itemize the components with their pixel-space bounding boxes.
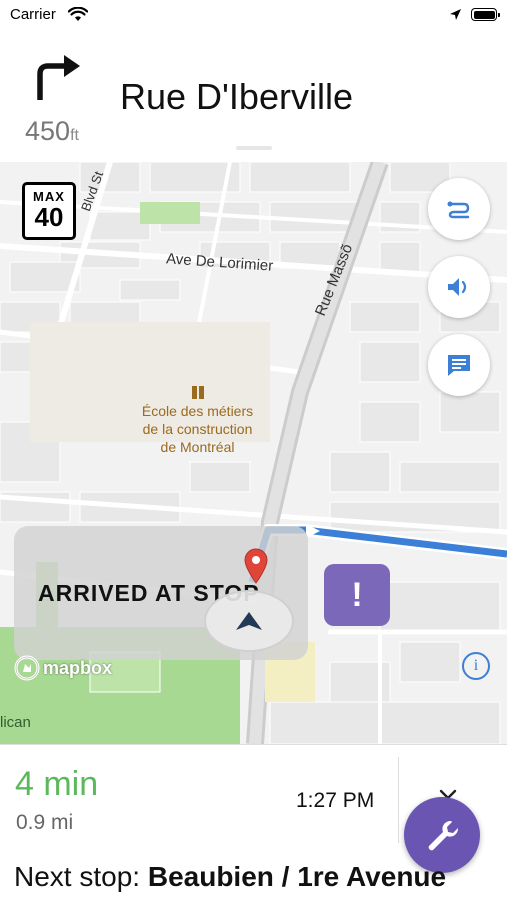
speed-limit-value: 40 — [34, 202, 64, 232]
volume-icon — [448, 278, 467, 296]
turn-right-icon — [37, 55, 80, 100]
route-overview-icon — [447, 201, 470, 219]
street-name: Rue D'Iberville — [120, 76, 353, 117]
panel-divider — [398, 757, 399, 843]
poi-line-1: École des métiers — [141, 403, 254, 419]
attribution-info-button[interactable]: i — [462, 652, 490, 680]
distance-unit: ft — [70, 127, 79, 144]
mapbox-mark-icon — [14, 655, 40, 681]
alert-icon: ! — [351, 575, 363, 614]
next-stop-name: Beaubien / 1re Avenue — [147, 861, 447, 892]
trip-summary-panel: 4 min 0.9 mi 1:27 PM Next stop: Beaubien… — [0, 744, 507, 901]
poi-line-2: de la construction — [142, 421, 253, 437]
destination-pin-icon — [244, 548, 268, 584]
recenter-button[interactable] — [204, 590, 294, 652]
user-puck-icon — [236, 612, 262, 630]
next-stop-label: Next stop: Beaubien / 1re Avenue — [14, 861, 446, 893]
arrival-time: 1:27 PM — [296, 789, 375, 812]
speed-limit-sign: MAX 40 — [22, 182, 76, 240]
mapbox-logo[interactable]: mapbox — [14, 655, 112, 681]
feedback-button[interactable] — [428, 334, 490, 396]
map-view[interactable]: MAX 40 Ave De Lorimier Rue Massõ Blvd St… — [0, 162, 507, 744]
poi-school[interactable]: École des métiers de la construction de … — [130, 384, 265, 456]
distance-value: 450 — [25, 116, 71, 146]
poi-line-3: de Montréal — [160, 439, 235, 455]
banner-grabber[interactable] — [236, 146, 272, 150]
school-icon — [191, 386, 204, 399]
eta-distance: 0.9 mi — [16, 811, 74, 834]
maneuver-distance: 450ft — [25, 116, 79, 147]
chat-icon — [448, 355, 470, 376]
next-stop-prefix: Next stop: — [14, 861, 148, 892]
mapbox-wordmark: mapbox — [43, 657, 113, 678]
maneuver-banner[interactable]: Rue D'Iberville 450ft — [0, 32, 507, 162]
report-issue-button[interactable]: ! — [324, 564, 390, 626]
status-bar: Carrier — [0, 0, 507, 32]
route-overview-button[interactable] — [428, 178, 490, 240]
volume-button[interactable] — [428, 256, 490, 318]
wifi-icon — [68, 7, 88, 21]
eta-minutes: 4 min — [15, 765, 99, 803]
location-arrow-icon — [450, 9, 461, 20]
carrier-label: Carrier — [10, 6, 56, 23]
wrench-icon — [428, 820, 459, 851]
map-partial-label: lican — [0, 714, 31, 731]
battery-icon — [471, 8, 500, 21]
